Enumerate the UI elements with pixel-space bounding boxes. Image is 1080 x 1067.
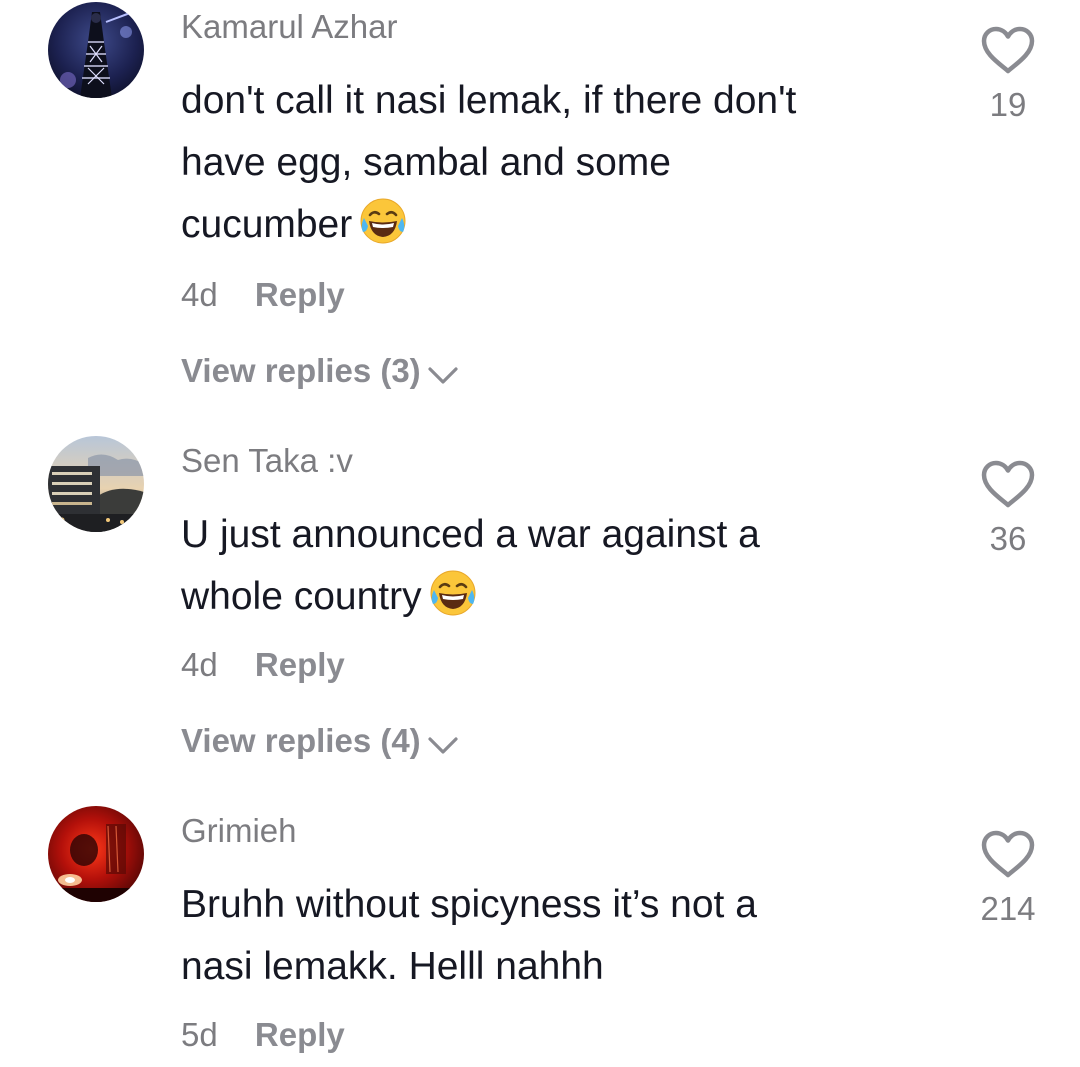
face-with-tears-of-joy-emoji [360, 198, 406, 244]
like-button[interactable]: 36 [968, 460, 1048, 558]
like-count: 19 [989, 86, 1027, 123]
comment-text-line: cucumber [181, 194, 921, 256]
chevron-down-icon [428, 367, 458, 384]
comment-username[interactable]: Sen Taka :v [181, 442, 353, 480]
like-button[interactable]: 214 [968, 830, 1048, 928]
comment-text: Bruhh without spicyness it’s not a nasi … [181, 874, 921, 998]
comment-text-fragment: cucumber [181, 203, 353, 246]
avatar[interactable] [48, 436, 144, 532]
comment-text-line: Bruhh without spicyness it’s not a [181, 883, 757, 926]
view-replies-button[interactable]: View replies (4) [181, 722, 459, 760]
comment-timestamp: 4d [181, 276, 218, 313]
face-with-tears-of-joy-emoji [430, 570, 476, 616]
comment-text-line: don't call it nasi lemak, if there don't [181, 79, 797, 122]
comment-meta: 4d Reply [181, 276, 345, 314]
comment-text-fragment: whole country [181, 575, 422, 618]
comment-text-line: whole country [181, 566, 921, 628]
reply-button[interactable]: Reply [255, 276, 345, 313]
comment-meta: 5d Reply [181, 1016, 345, 1054]
view-replies-button[interactable]: View replies (3) [181, 352, 459, 390]
comment-username[interactable]: Grimieh [181, 812, 297, 850]
reply-button[interactable]: Reply [255, 646, 345, 683]
comment-text-line: have egg, sambal and some [181, 141, 671, 184]
view-replies-label: View replies (3) [181, 352, 421, 389]
like-count: 36 [989, 520, 1027, 557]
heart-outline-icon [981, 830, 1035, 878]
avatar[interactable] [48, 2, 144, 98]
comment-timestamp: 4d [181, 646, 218, 683]
comment-text-line: U just announced a war against a [181, 513, 760, 556]
comment-meta: 4d Reply [181, 646, 345, 684]
reply-button[interactable]: Reply [255, 1016, 345, 1053]
comment-text: don't call it nasi lemak, if there don't… [181, 70, 921, 256]
comment-username[interactable]: Kamarul Azhar [181, 8, 397, 46]
avatar[interactable] [48, 806, 144, 902]
comment-text-line: nasi lemakk. Helll nahhh [181, 945, 604, 988]
comment-text: U just announced a war against a whole c… [181, 504, 921, 628]
like-count: 214 [980, 890, 1036, 927]
like-button[interactable]: 19 [968, 26, 1048, 124]
view-replies-label: View replies (4) [181, 722, 421, 759]
heart-outline-icon [981, 26, 1035, 74]
heart-outline-icon [981, 460, 1035, 508]
comment-timestamp: 5d [181, 1016, 218, 1053]
chevron-down-icon [428, 737, 458, 754]
